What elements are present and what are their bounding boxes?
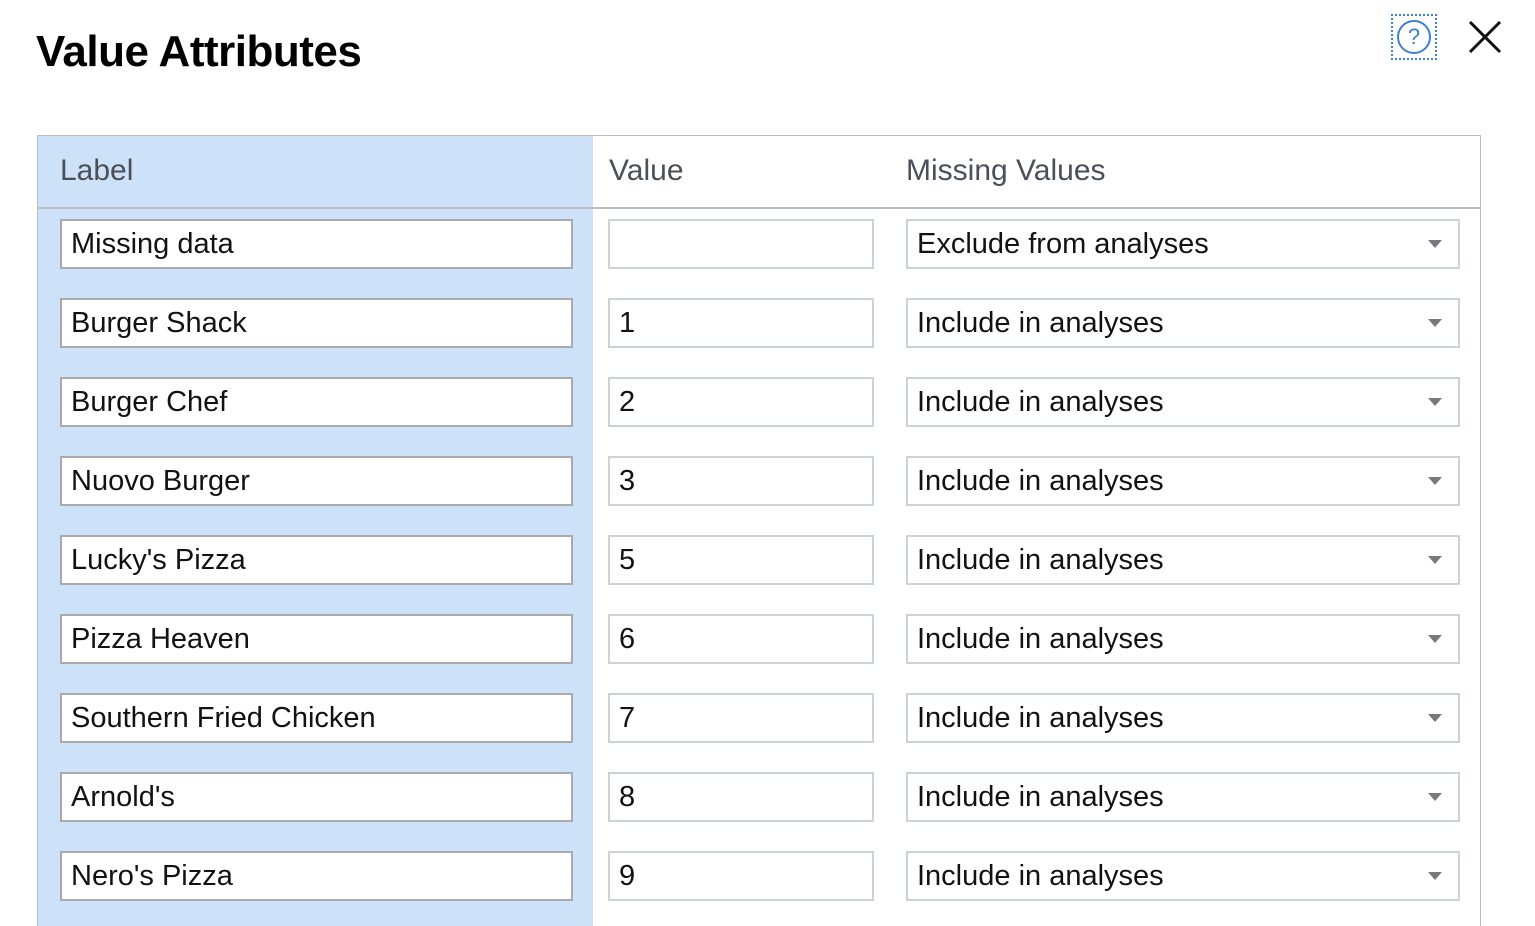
chevron-down-icon: [1428, 398, 1442, 406]
missing-values-select[interactable]: Include in analyses: [906, 693, 1460, 743]
titlebar-actions: ?: [1391, 14, 1507, 60]
label-input[interactable]: Southern Fried Chicken: [60, 693, 573, 743]
table-header-row: Label Value Missing Values: [38, 136, 1480, 209]
missing-values-select-label: Include in analyses: [917, 543, 1164, 576]
value-input[interactable]: 2: [608, 377, 874, 427]
value-input[interactable]: 7: [608, 693, 874, 743]
table-body: Missing data Exclude from analyses Burger …: [38, 210, 1480, 921]
value-input[interactable]: 5: [608, 535, 874, 585]
chevron-down-icon: [1428, 240, 1442, 248]
page-title: Value Attributes: [36, 27, 362, 76]
value-attributes-table: Label Value Missing Values Missing data E…: [37, 135, 1481, 926]
missing-values-select[interactable]: Exclude from analyses: [906, 219, 1460, 269]
value-input[interactable]: 3: [608, 456, 874, 506]
label-input[interactable]: Pizza Heaven: [60, 614, 573, 664]
table-row: Burger Chef 2 Include in analyses: [38, 368, 1480, 447]
table-row: Missing data Exclude from analyses: [38, 210, 1480, 289]
table-row: Southern Fried Chicken 7 Include in analys…: [38, 684, 1480, 763]
missing-values-select-label: Include in analyses: [917, 385, 1164, 418]
help-circle-icon: ?: [1397, 20, 1431, 54]
missing-values-select[interactable]: Include in analyses: [906, 456, 1460, 506]
missing-values-select[interactable]: Include in analyses: [906, 851, 1460, 901]
label-input[interactable]: Lucky's Pizza: [60, 535, 573, 585]
missing-values-select-label: Include in analyses: [917, 306, 1164, 339]
label-input[interactable]: Burger Shack: [60, 298, 573, 348]
chevron-down-icon: [1428, 872, 1442, 880]
close-icon: [1468, 20, 1502, 54]
missing-values-select-label: Include in analyses: [917, 622, 1164, 655]
table-row: Nero's Pizza 9 Include in analyses: [38, 842, 1480, 921]
missing-values-select[interactable]: Include in analyses: [906, 298, 1460, 348]
help-button[interactable]: ?: [1391, 14, 1437, 60]
value-attributes-dialog: Value Attributes ? Label Value Missing V…: [0, 0, 1535, 926]
label-input[interactable]: Burger Chef: [60, 377, 573, 427]
missing-values-select[interactable]: Include in analyses: [906, 614, 1460, 664]
chevron-down-icon: [1428, 477, 1442, 485]
column-header-value: Value: [609, 154, 684, 187]
label-input[interactable]: Arnold's: [60, 772, 573, 822]
label-input[interactable]: Nero's Pizza: [60, 851, 573, 901]
missing-values-select[interactable]: Include in analyses: [906, 377, 1460, 427]
table-row: Burger Shack 1 Include in analyses: [38, 289, 1480, 368]
value-input[interactable]: 6: [608, 614, 874, 664]
missing-values-select-label: Include in analyses: [917, 780, 1164, 813]
column-header-label: Label: [60, 154, 134, 187]
table-row: Nuovo Burger 3 Include in analyses: [38, 447, 1480, 526]
chevron-down-icon: [1428, 319, 1442, 327]
missing-values-select[interactable]: Include in analyses: [906, 535, 1460, 585]
missing-values-select-label: Exclude from analyses: [917, 227, 1209, 260]
value-input[interactable]: 1: [608, 298, 874, 348]
label-input[interactable]: Nuovo Burger: [60, 456, 573, 506]
missing-values-select-label: Include in analyses: [917, 464, 1164, 497]
missing-values-select-label: Include in analyses: [917, 701, 1164, 734]
table-row: Pizza Heaven 6 Include in analyses: [38, 605, 1480, 684]
chevron-down-icon: [1428, 793, 1442, 801]
label-input[interactable]: Missing data: [60, 219, 573, 269]
value-input[interactable]: 8: [608, 772, 874, 822]
chevron-down-icon: [1428, 635, 1442, 643]
value-input[interactable]: [608, 219, 874, 269]
close-button[interactable]: [1463, 15, 1507, 59]
value-input[interactable]: 9: [608, 851, 874, 901]
column-header-missing-values: Missing Values: [906, 154, 1106, 187]
missing-values-select[interactable]: Include in analyses: [906, 772, 1460, 822]
table-row: Lucky's Pizza 5 Include in analyses: [38, 526, 1480, 605]
missing-values-select-label: Include in analyses: [917, 859, 1164, 892]
chevron-down-icon: [1428, 714, 1442, 722]
chevron-down-icon: [1428, 556, 1442, 564]
table-row: Arnold's 8 Include in analyses: [38, 763, 1480, 842]
